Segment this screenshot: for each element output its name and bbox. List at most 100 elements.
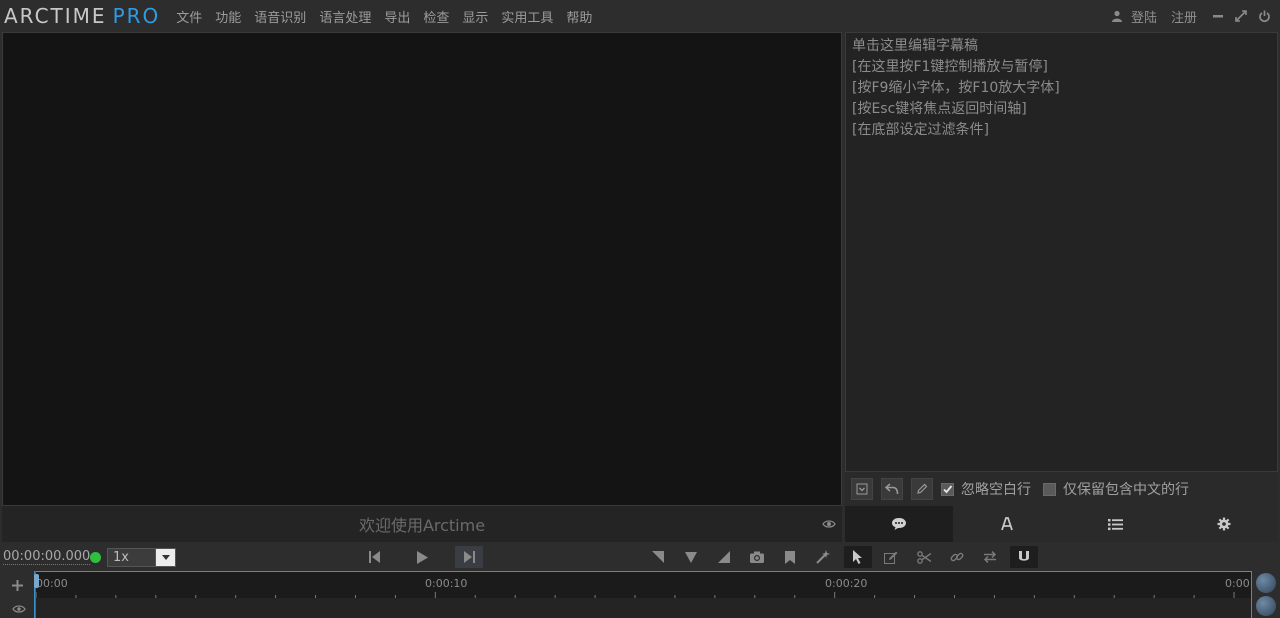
select-tool-button[interactable] bbox=[844, 546, 872, 568]
menu-export[interactable]: 导出 bbox=[384, 7, 410, 26]
play-icon bbox=[416, 550, 428, 564]
chinese-only-checkbox[interactable]: 仅保留包含中文的行 bbox=[1043, 479, 1189, 499]
add-track-icon[interactable] bbox=[12, 580, 23, 591]
link-tool-button[interactable] bbox=[943, 546, 971, 568]
user-icon bbox=[1111, 10, 1122, 22]
welcome-text: 欢迎使用Arctime bbox=[358, 516, 486, 535]
mark-out-icon bbox=[718, 551, 730, 563]
zoom-out-icon[interactable] bbox=[1256, 596, 1276, 616]
transport-bar: 00:00:00.000 1x bbox=[0, 544, 1280, 570]
track-controls bbox=[3, 571, 33, 618]
cut-tool-button[interactable] bbox=[910, 546, 938, 568]
menu-help[interactable]: 帮助 bbox=[566, 7, 592, 26]
tab-font[interactable] bbox=[953, 506, 1061, 542]
zoom-in-icon[interactable] bbox=[1256, 573, 1276, 593]
menu-language-processing[interactable]: 语言处理 bbox=[319, 7, 371, 26]
time-label: 00:00 bbox=[36, 577, 68, 590]
maximize-icon[interactable] bbox=[1234, 9, 1248, 23]
login-link[interactable]: 登陆 bbox=[1131, 7, 1157, 26]
checkbox-box bbox=[1043, 482, 1056, 496]
mark-down-button[interactable] bbox=[677, 546, 705, 568]
playback-speed-select[interactable]: 1x bbox=[107, 548, 176, 567]
editor-line: [在这里按F1键控制播放与暂停] bbox=[852, 59, 1048, 75]
magic-wand-icon bbox=[816, 550, 830, 564]
menu-tools[interactable]: 实用工具 bbox=[501, 7, 553, 26]
tab-settings[interactable] bbox=[1170, 506, 1278, 542]
editor-line: [在底部设定过滤条件] bbox=[852, 122, 989, 138]
menu-file[interactable]: 文件 bbox=[176, 7, 202, 26]
app-logo: ARCTIME PRO bbox=[4, 4, 160, 28]
checkmark-icon bbox=[943, 484, 953, 493]
edit-tool-button[interactable] bbox=[877, 546, 905, 568]
menu-bar: ARCTIME PRO 文件 功能 语音识别 语言处理 导出 检查 显示 实用工… bbox=[0, 0, 1280, 32]
magnet-icon bbox=[1019, 550, 1029, 561]
list-icon bbox=[1108, 518, 1124, 530]
menu-check[interactable]: 检查 bbox=[423, 7, 449, 26]
pencil-icon bbox=[917, 483, 928, 494]
ignore-blank-lines-label: 忽略空白行 bbox=[961, 482, 1031, 498]
edit-icon bbox=[884, 551, 898, 564]
checkbox-box bbox=[941, 482, 954, 496]
cursor-icon bbox=[853, 550, 862, 564]
play-button[interactable] bbox=[408, 546, 436, 568]
link-icon bbox=[950, 552, 964, 562]
playback-speed-value: 1x bbox=[113, 550, 129, 565]
edit-button[interactable] bbox=[911, 478, 933, 500]
collapse-icon bbox=[856, 483, 868, 495]
magnet-tool-button[interactable] bbox=[1010, 546, 1038, 568]
time-label: 0:00: bbox=[1225, 577, 1252, 590]
arctime-window: ARCTIME PRO 文件 功能 语音识别 语言处理 导出 检查 显示 实用工… bbox=[0, 0, 1280, 618]
menu-function[interactable]: 功能 bbox=[215, 7, 241, 26]
speech-bubble-icon bbox=[892, 518, 907, 530]
gear-icon bbox=[1217, 517, 1231, 531]
skip-forward-button[interactable] bbox=[455, 546, 483, 568]
logo-pro-text: PRO bbox=[112, 4, 161, 28]
chevron-down-icon[interactable] bbox=[155, 549, 175, 566]
eye-icon[interactable] bbox=[822, 517, 836, 531]
editor-toolbar: 忽略空白行 仅保留包含中文的行 bbox=[845, 472, 1278, 506]
minimize-icon[interactable] bbox=[1211, 9, 1225, 23]
caption-bar: 欢迎使用Arctime bbox=[2, 506, 842, 542]
snapshot-button[interactable] bbox=[743, 546, 771, 568]
subtitle-script-editor[interactable]: 单击这里编辑字幕稿 [在这里按F1键控制播放与暂停] [按F9缩小字体，按F10… bbox=[845, 32, 1278, 472]
playhead-handle[interactable] bbox=[34, 574, 39, 588]
main-menu: 文件 功能 语音识别 语言处理 导出 检查 显示 实用工具 帮助 bbox=[176, 7, 605, 26]
timecode-display[interactable]: 00:00:00.000 bbox=[3, 549, 91, 565]
editor-line: [按Esc键将焦点返回时间轴] bbox=[852, 101, 1027, 117]
account-area: 登陆 注册 bbox=[1111, 0, 1280, 32]
swap-tool-button[interactable] bbox=[976, 546, 1004, 568]
mark-in-button[interactable] bbox=[644, 546, 672, 568]
collapse-button[interactable] bbox=[851, 478, 873, 500]
bookmark-button[interactable] bbox=[776, 546, 804, 568]
tab-subtitles[interactable] bbox=[845, 506, 954, 542]
logo-text: ARCTIME bbox=[4, 4, 107, 28]
subtitle-track[interactable] bbox=[34, 598, 1252, 618]
mark-in-icon bbox=[652, 551, 664, 563]
skip-back-button[interactable] bbox=[360, 546, 388, 568]
eye-icon[interactable] bbox=[12, 604, 26, 614]
menu-speech-recognition[interactable]: 语音识别 bbox=[254, 7, 306, 26]
video-preview[interactable] bbox=[2, 32, 842, 506]
editor-line: 单击这里编辑字幕稿 bbox=[852, 38, 978, 54]
ignore-blank-lines-checkbox[interactable]: 忽略空白行 bbox=[941, 479, 1031, 499]
timeline: 00:00 0:00:10 0:00:20 0:00: bbox=[0, 571, 1280, 618]
bookmark-icon bbox=[785, 550, 795, 564]
tab-list[interactable] bbox=[1062, 506, 1170, 542]
register-link[interactable]: 注册 bbox=[1171, 7, 1197, 26]
font-icon bbox=[1001, 517, 1014, 531]
timeline-ruler[interactable]: 00:00 0:00:10 0:00:20 0:00: bbox=[34, 571, 1252, 598]
magic-wand-button[interactable] bbox=[809, 546, 837, 568]
undo-button[interactable] bbox=[881, 478, 903, 500]
skip-back-icon bbox=[368, 551, 380, 563]
mark-out-button[interactable] bbox=[710, 546, 738, 568]
side-panel-tabs bbox=[845, 506, 1278, 542]
triangle-down-icon bbox=[685, 551, 697, 563]
menu-display[interactable]: 显示 bbox=[462, 7, 488, 26]
time-label: 0:00:10 bbox=[425, 577, 468, 590]
time-label: 0:00:20 bbox=[825, 577, 868, 590]
editor-line: [按F9缩小字体，按F10放大字体] bbox=[852, 80, 1060, 96]
power-icon[interactable] bbox=[1257, 9, 1271, 23]
chinese-only-label: 仅保留包含中文的行 bbox=[1063, 482, 1189, 498]
scissors-icon bbox=[917, 550, 931, 564]
status-indicator bbox=[90, 552, 101, 563]
